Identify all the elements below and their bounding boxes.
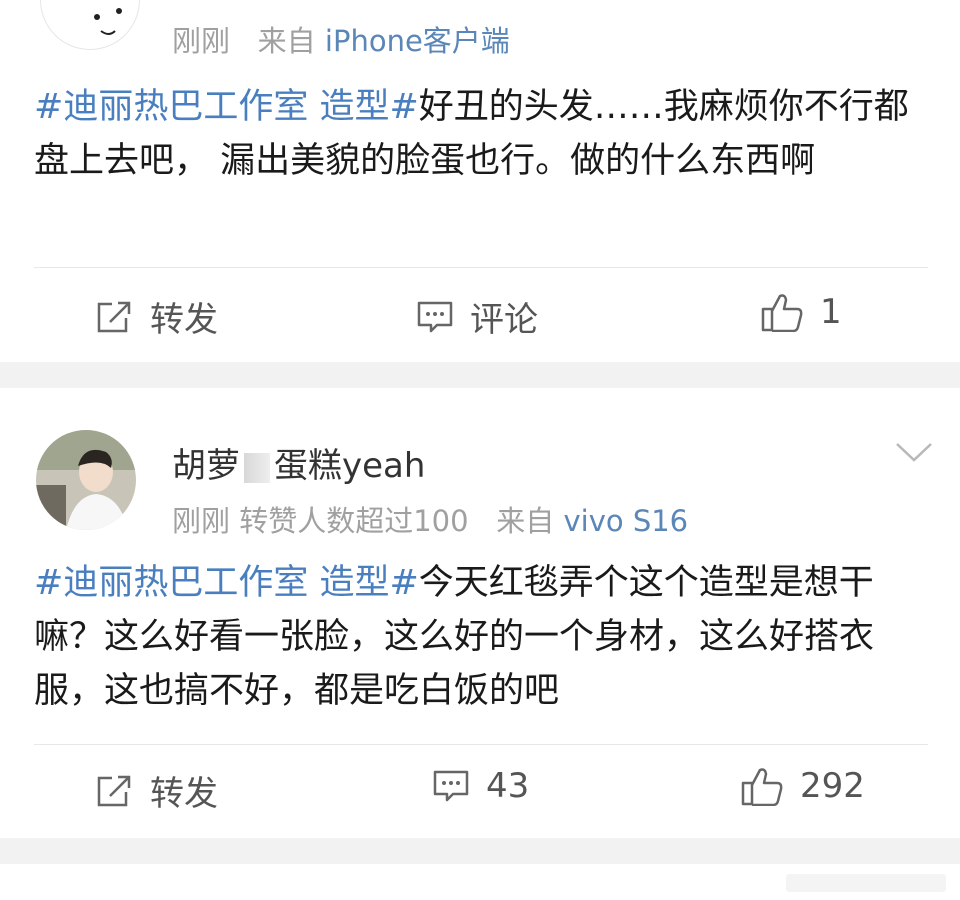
post-source-prefix: 来自 bbox=[257, 24, 316, 58]
post-source[interactable]: iPhone客户端 bbox=[325, 24, 510, 58]
comment-icon bbox=[433, 770, 469, 802]
thumbs-up-icon bbox=[741, 768, 783, 806]
repost-button[interactable]: 转发 bbox=[96, 292, 218, 341]
comment-button[interactable]: 43 bbox=[432, 766, 529, 806]
watermark-icon bbox=[786, 874, 946, 892]
post-source-prefix: 来自 bbox=[496, 504, 555, 538]
username[interactable]: 胡萝 蛋糕yeah bbox=[172, 438, 425, 487]
user-avatar[interactable] bbox=[36, 430, 136, 530]
comment-label: 评论 bbox=[470, 300, 538, 340]
comment-icon bbox=[417, 301, 453, 332]
repost-label: 转发 bbox=[150, 774, 218, 814]
repost-label: 转发 bbox=[150, 300, 218, 340]
repost-icon bbox=[97, 301, 131, 332]
post-text: #迪丽热巴工作室 造型#今天红毯弄个这个造型是想干嘛？这么好看一张脸，这么好的一… bbox=[34, 556, 924, 718]
cartoon-face-avatar-icon bbox=[42, 0, 138, 48]
profile-photo-icon bbox=[36, 430, 136, 530]
hashtag-link[interactable]: #迪丽热巴工作室 造型# bbox=[34, 563, 419, 603]
comment-count: 43 bbox=[486, 766, 530, 806]
post-time: 刚刚 bbox=[172, 504, 231, 538]
like-button[interactable]: 1 bbox=[760, 292, 842, 332]
post-source[interactable]: vivo S16 bbox=[563, 504, 688, 538]
username-part-2: 蛋糕yeah bbox=[274, 446, 426, 486]
repost-button[interactable]: 转发 bbox=[96, 766, 218, 815]
hashtag-link[interactable]: #迪丽热巴工作室 造型# bbox=[34, 87, 419, 127]
divider bbox=[34, 267, 928, 268]
divider bbox=[34, 744, 928, 745]
like-count: 292 bbox=[800, 766, 865, 806]
repost-icon bbox=[97, 775, 131, 806]
thumbs-up-icon bbox=[761, 294, 803, 332]
like-count: 1 bbox=[820, 292, 842, 332]
redacted-block bbox=[244, 452, 270, 483]
post-time: 刚刚 bbox=[172, 24, 231, 58]
post-like-threshold: 转赞人数超过100 bbox=[239, 504, 469, 538]
comment-button[interactable]: 评论 bbox=[416, 292, 538, 341]
action-bar: 转发 43 292 bbox=[0, 766, 960, 818]
weibo-post-card-3-partial bbox=[0, 864, 960, 900]
chevron-down-icon[interactable] bbox=[894, 440, 934, 464]
like-button[interactable]: 292 bbox=[740, 766, 865, 806]
weibo-post-card-2: 胡萝 蛋糕yeah 刚刚 转赞人数超过100 来自 vivo S16 #迪丽热巴工… bbox=[0, 388, 960, 838]
weibo-post-card-1: 刚刚 来自 iPhone客户端 #迪丽热巴工作室 造型#好丑的头发……我麻烦你不… bbox=[0, 0, 960, 362]
user-avatar[interactable] bbox=[40, 0, 140, 50]
post-text: #迪丽热巴工作室 造型#好丑的头发……我麻烦你不行都盘上去吧， 漏出美貌的脸蛋也… bbox=[34, 80, 924, 188]
post-meta: 刚刚 来自 iPhone客户端 bbox=[172, 18, 510, 60]
post-meta: 刚刚 转赞人数超过100 来自 vivo S16 bbox=[172, 498, 688, 540]
action-bar: 转发 评论 1 bbox=[0, 292, 960, 344]
username-part-1: 胡萝 bbox=[172, 446, 240, 486]
